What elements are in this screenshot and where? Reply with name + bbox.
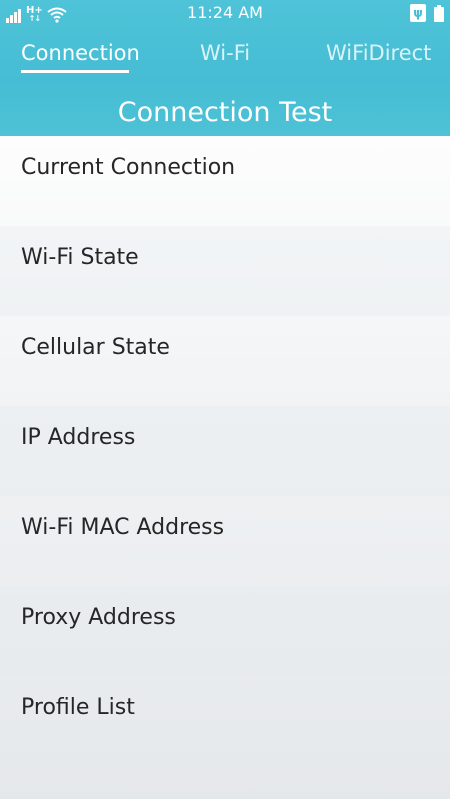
connection-info-list: Current Connection Wi-Fi State Cellular … [0,136,450,799]
list-item-cellular-state[interactable]: Cellular State [0,316,450,406]
list-item-label: Proxy Address [21,605,176,630]
tab-wifi[interactable]: Wi-Fi [200,40,250,66]
battery-icon [434,4,444,22]
status-right: ψ [410,3,444,23]
tab-connection[interactable]: Connection [21,40,140,66]
list-item-label: Wi-Fi State [21,245,139,270]
list-item-label: Wi-Fi MAC Address [21,515,225,540]
list-item-proxy-address[interactable]: Proxy Address [0,586,450,676]
list-item-current-connection[interactable]: Current Connection [0,136,450,226]
list-item-wifi-state[interactable]: Wi-Fi State [0,226,450,316]
active-tab-indicator [21,70,129,73]
list-item-label: Profile List [21,695,135,720]
app-header: H+ ↑↓ 11:24 AM ψ Connection Wi-Fi WiFiDi… [0,0,450,136]
list-item-profile-list[interactable]: Profile List [0,676,450,766]
list-item-wifi-mac-address[interactable]: Wi-Fi MAC Address [0,496,450,586]
tab-wifidirect[interactable]: WiFiDirect [326,40,431,66]
status-bar: H+ ↑↓ 11:24 AM ψ [0,0,450,26]
usb-icon: ψ [410,4,426,22]
list-item-label: Current Connection [21,155,236,180]
page-title: Connection Test [117,97,333,128]
list-item-label: IP Address [21,425,136,450]
clock: 11:24 AM [187,3,263,22]
list-item-label: Cellular State [21,335,170,360]
list-item-ip-address[interactable]: IP Address [0,406,450,496]
